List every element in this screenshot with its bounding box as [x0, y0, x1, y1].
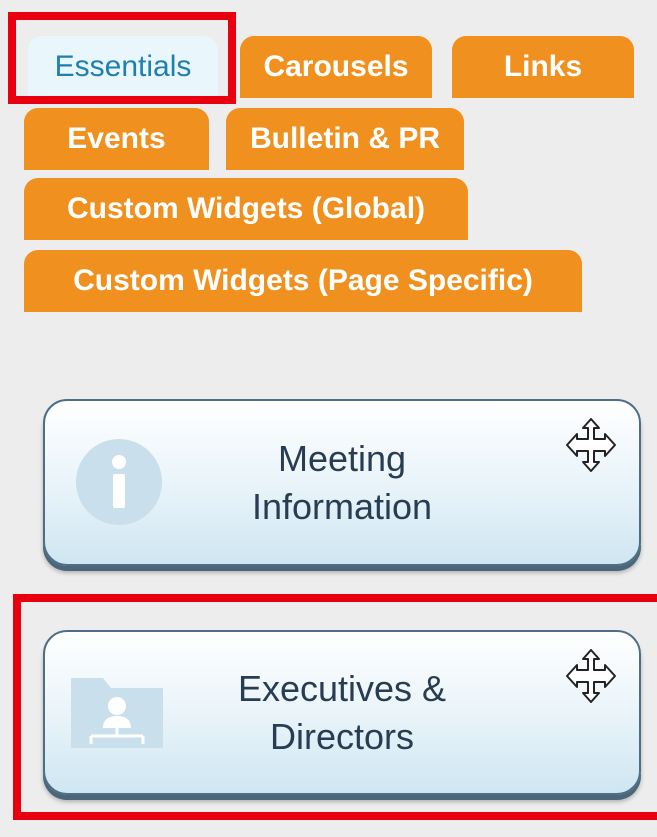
- move-icon[interactable]: [563, 417, 619, 473]
- widget-label-line1: Executives &: [237, 667, 447, 709]
- move-icon[interactable]: [563, 648, 619, 704]
- tab-custom-widgets-page-specific[interactable]: Custom Widgets (Page Specific): [24, 250, 582, 312]
- tab-label: Custom Widgets (Page Specific): [73, 264, 533, 297]
- tab-label: Bulletin & PR: [249, 122, 440, 155]
- widget-label-line2: Directors: [269, 715, 415, 757]
- tab-label: Custom Widgets (Global): [66, 192, 426, 225]
- tab-events[interactable]: Events: [24, 108, 209, 170]
- widget-label-line1: Meeting: [277, 437, 407, 479]
- tab-label: Links: [503, 50, 583, 83]
- tab-label: Events: [67, 122, 166, 155]
- tab-carousels[interactable]: Carousels: [240, 36, 432, 98]
- tab-label: Carousels: [263, 50, 409, 83]
- widget-label-line2: Information: [251, 485, 433, 527]
- tab-bulletin-pr[interactable]: Bulletin & PR: [226, 108, 464, 170]
- tab-custom-widgets-global[interactable]: Custom Widgets (Global): [24, 178, 468, 240]
- meeting-information-widget[interactable]: Meeting Information: [43, 399, 641, 566]
- widget-label: Meeting Information: [45, 401, 639, 564]
- executives-directors-widget[interactable]: Executives & Directors: [43, 630, 641, 795]
- tab-essentials[interactable]: Essentials: [28, 36, 218, 98]
- tab-links[interactable]: Links: [452, 36, 634, 98]
- tab-label: Essentials: [54, 50, 192, 83]
- widget-label: Executives & Directors: [45, 632, 639, 793]
